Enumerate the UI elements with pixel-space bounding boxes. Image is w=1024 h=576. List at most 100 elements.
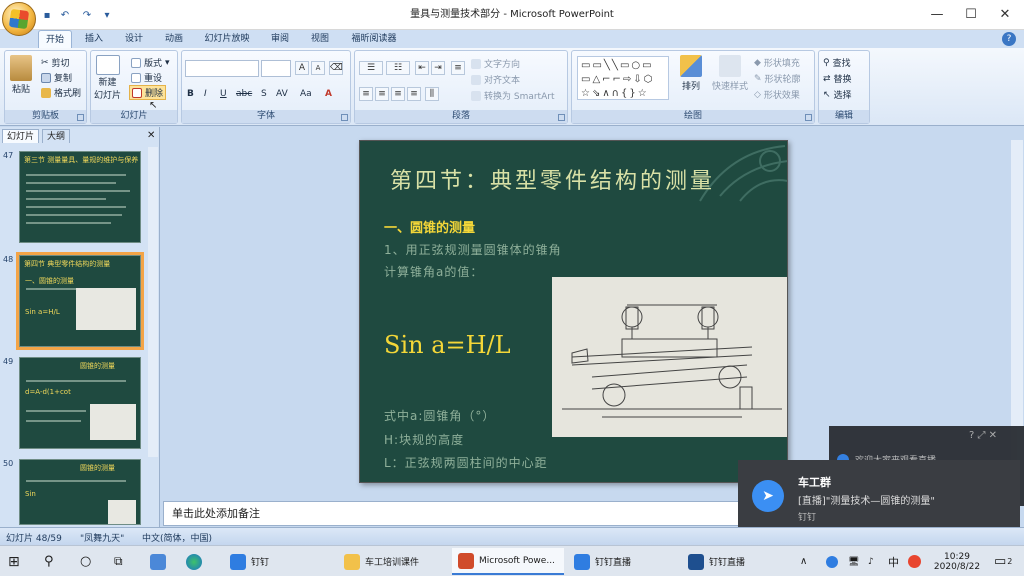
notification-icons[interactable]: ? ⤢ ✕ xyxy=(969,430,997,441)
shapes-gallery[interactable]: ▭▭╲╲▭○▭ ▭△⌐⌐⇨⇩⬡ ☆⇘∧∩{}☆ xyxy=(577,56,669,100)
taskbar-powerpoint[interactable]: Microsoft Powe... xyxy=(452,548,564,575)
align-center-icon[interactable]: ≡ xyxy=(375,87,389,101)
store-button[interactable] xyxy=(150,548,166,575)
clock[interactable]: 10:29 2020/8/22 xyxy=(934,548,980,575)
search-button[interactable]: ⚲ xyxy=(44,548,54,575)
numbering-icon[interactable]: ☷ xyxy=(386,61,410,75)
replace-button[interactable]: ⇄ 替换 xyxy=(823,72,852,86)
close-button[interactable]: ✕ xyxy=(988,0,1022,30)
slide-number-48: 48 xyxy=(3,255,14,264)
smartart-button[interactable]: 转换为 SmartArt xyxy=(471,89,554,102)
sogou-ime-icon[interactable] xyxy=(908,548,921,575)
paste-button[interactable]: 粘贴 xyxy=(10,55,32,95)
reset-button[interactable]: 重设 xyxy=(131,71,162,84)
tab-review[interactable]: 审阅 xyxy=(264,30,296,48)
language-indicator[interactable]: 中文(简体，中国) xyxy=(142,531,212,544)
slide-thumbnail-50[interactable]: 圆锥的测量 Sin xyxy=(19,459,141,525)
change-case-button[interactable]: Aa xyxy=(300,89,312,99)
align-left-icon[interactable]: ≡ xyxy=(359,87,373,101)
tab-outline-pane[interactable]: 大纲 xyxy=(42,129,71,143)
volume-icon[interactable]: ♪ xyxy=(868,548,874,575)
close-pane-icon[interactable]: ✕ xyxy=(147,130,155,141)
columns-icon[interactable]: ⫼ xyxy=(425,87,439,101)
save-icon[interactable]: ▪ xyxy=(40,8,54,22)
redo-icon[interactable]: ↷ xyxy=(80,8,94,22)
office-button[interactable] xyxy=(2,2,36,36)
slide-thumbnail-49[interactable]: 圆锥的测量 d=A-d(1+cot xyxy=(19,357,141,449)
tray-app-icon[interactable] xyxy=(826,548,838,575)
cut-button[interactable]: ✂ 剪切 xyxy=(41,56,70,70)
tab-view[interactable]: 视图 xyxy=(304,30,336,48)
edge-button[interactable] xyxy=(186,548,202,575)
shape-fill-button[interactable]: ◆ 形状填充 xyxy=(754,56,800,70)
font-size-combo[interactable] xyxy=(261,60,291,77)
arrange-button[interactable]: 排列 xyxy=(680,55,702,92)
line-spacing-icon[interactable]: ≡ xyxy=(451,61,465,75)
text-direction-button[interactable]: 文字方向 xyxy=(471,57,520,70)
new-slide-button[interactable]: 新建 幻灯片 xyxy=(94,55,121,101)
slide-thumbnail-47[interactable]: 第三节 测量量具、量规的维护与保养 xyxy=(19,151,141,243)
clipboard-launcher-icon[interactable] xyxy=(77,114,84,121)
network-icon[interactable]: 🖥 xyxy=(848,548,859,575)
tray-chevron-icon[interactable]: ∧ xyxy=(800,548,807,575)
slide-thumbnail-48[interactable]: 第四节 典型零件结构的测量 一、圆锥的测量 Sin a=H/L xyxy=(16,252,144,350)
taskbar-label: Microsoft Powe... xyxy=(479,555,555,566)
undo-icon[interactable]: ↶ xyxy=(58,8,72,22)
quick-styles-button[interactable]: 快速样式 xyxy=(712,55,748,92)
shape-outline-button[interactable]: ✎ 形状轮廓 xyxy=(754,72,801,86)
bold-button[interactable]: B xyxy=(187,89,194,99)
start-button[interactable]: ⊞ xyxy=(8,548,20,575)
tab-animation[interactable]: 动画 xyxy=(158,30,190,48)
drawing-launcher-icon[interactable] xyxy=(805,114,812,121)
find-button[interactable]: ⚲ 查找 xyxy=(823,56,851,70)
taskbar-dingtalk-live-1[interactable]: 钉钉直播 xyxy=(568,548,676,575)
font-launcher-icon[interactable] xyxy=(341,114,348,121)
taskbar-dingtalk-live-2[interactable]: 钉钉直播 xyxy=(682,548,790,575)
bullets-icon[interactable]: ☰ xyxy=(359,61,383,75)
clear-format-icon[interactable]: ⌫ xyxy=(329,61,343,75)
delete-icon xyxy=(132,87,142,98)
layout-button[interactable]: 版式 ▾ xyxy=(131,56,170,69)
slide-canvas[interactable]: 第四节：典型零件结构的测量 一、圆锥的测量 1、用正弦规测量圆锥体的锥角 计算锥… xyxy=(359,140,788,483)
task-view-button[interactable]: ⧉ xyxy=(114,548,123,575)
cortana-button[interactable]: ○ xyxy=(80,548,91,575)
paragraph-launcher-icon[interactable] xyxy=(558,114,565,121)
customize-qat-icon[interactable]: ▾ xyxy=(100,8,114,22)
italic-button[interactable]: I xyxy=(204,89,207,99)
increase-indent-icon[interactable]: ⇥ xyxy=(431,61,445,75)
taskbar-folder[interactable]: 车工培训课件 xyxy=(338,548,446,575)
help-icon[interactable]: ? xyxy=(1002,32,1016,46)
underline-button[interactable]: U xyxy=(220,89,227,99)
select-button[interactable]: ↖ 选择 xyxy=(823,88,852,102)
tab-design[interactable]: 设计 xyxy=(118,30,150,48)
align-text-button[interactable]: 对齐文本 xyxy=(471,73,520,86)
shape-effects-button[interactable]: ◇ 形状效果 xyxy=(754,88,800,102)
maximize-button[interactable]: ☐ xyxy=(954,0,988,30)
sogou-icon xyxy=(908,555,921,568)
tab-slideshow[interactable]: 幻灯片放映 xyxy=(198,30,256,48)
char-spacing-button[interactable]: AV xyxy=(276,89,288,99)
align-right-icon[interactable]: ≡ xyxy=(391,87,405,101)
tab-insert[interactable]: 插入 xyxy=(78,30,110,48)
taskbar-dingtalk[interactable]: 钉钉 xyxy=(224,548,332,575)
action-center-button[interactable]: ▭ 2 xyxy=(994,548,1012,575)
ime-indicator[interactable]: 中 xyxy=(888,548,899,575)
justify-icon[interactable]: ≡ xyxy=(407,87,421,101)
delete-slide-button[interactable]: 删除 xyxy=(129,85,167,100)
decrease-indent-icon[interactable]: ⇤ xyxy=(415,61,429,75)
tab-foxit[interactable]: 福昕阅读器 xyxy=(344,30,404,48)
notification-toast[interactable]: ➤ 车工群 [直播]"测量技术—圆锥的测量" 钉钉 xyxy=(738,460,1020,536)
slides-pane-scrollbar[interactable] xyxy=(148,147,158,457)
format-painter-button[interactable]: 格式刷 xyxy=(41,86,81,99)
strikethrough-button[interactable]: abc xyxy=(236,89,252,99)
tab-home[interactable]: 开始 xyxy=(38,30,72,48)
font-color-button[interactable]: A xyxy=(325,89,332,99)
shadow-button[interactable]: S xyxy=(261,89,267,99)
minimize-button[interactable]: — xyxy=(920,0,954,30)
font-name-combo[interactable] xyxy=(185,60,259,77)
notes-pane[interactable]: 单击此处添加备注 xyxy=(163,501,753,526)
grow-font-button[interactable]: A xyxy=(295,61,309,75)
copy-button[interactable]: 复制 xyxy=(41,71,72,84)
tab-slides-pane[interactable]: 幻灯片 xyxy=(2,129,40,143)
shrink-font-button[interactable]: A xyxy=(311,61,325,75)
